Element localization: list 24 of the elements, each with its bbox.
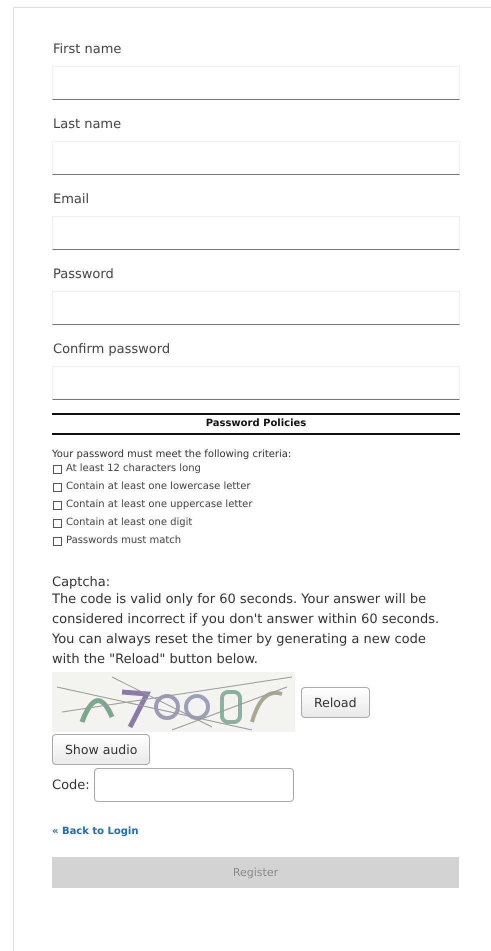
criteria-intro: Your password must meet the following criteria:: [52, 449, 292, 460]
field-label: Last name: [53, 117, 122, 132]
field-label: Confirm password: [53, 342, 172, 357]
criterion-text: At least 12 characters long: [66, 462, 201, 476]
back-link[interactable]: « Back to Login: [52, 826, 138, 837]
criterion-text: Contain at least one lowercase letter: [66, 480, 250, 494]
captcha-label: Captcha:: [52, 575, 112, 590]
criterion-text: Passwords must match: [66, 534, 182, 548]
reload-button[interactable]: Reload: [301, 686, 370, 718]
captcha-info: The code is valid only for 60 seconds. Your answer will be considered incorrect if you don't answer within 60 seconds. You can always reset the timer by generating a new code with the "Reload" button below.: [52, 591, 440, 669]
code-field[interactable]: [94, 768, 294, 802]
section-heading: Password Policies: [52, 413, 460, 435]
field-label: Email: [53, 192, 90, 207]
input-field[interactable]: [52, 141, 460, 175]
criterion-text: Contain at least one digit: [66, 516, 192, 530]
input-field[interactable]: [52, 216, 460, 250]
field-label: First name: [53, 42, 122, 57]
input-field[interactable]: [52, 291, 460, 325]
criterion-text: Contain at least one uppercase letter: [66, 498, 252, 512]
input-field[interactable]: [52, 366, 460, 400]
input-field[interactable]: [52, 66, 460, 100]
code-label: Code:: [52, 778, 90, 792]
field-label: Password: [53, 267, 115, 282]
show-audio-button[interactable]: Show audio: [52, 734, 150, 765]
